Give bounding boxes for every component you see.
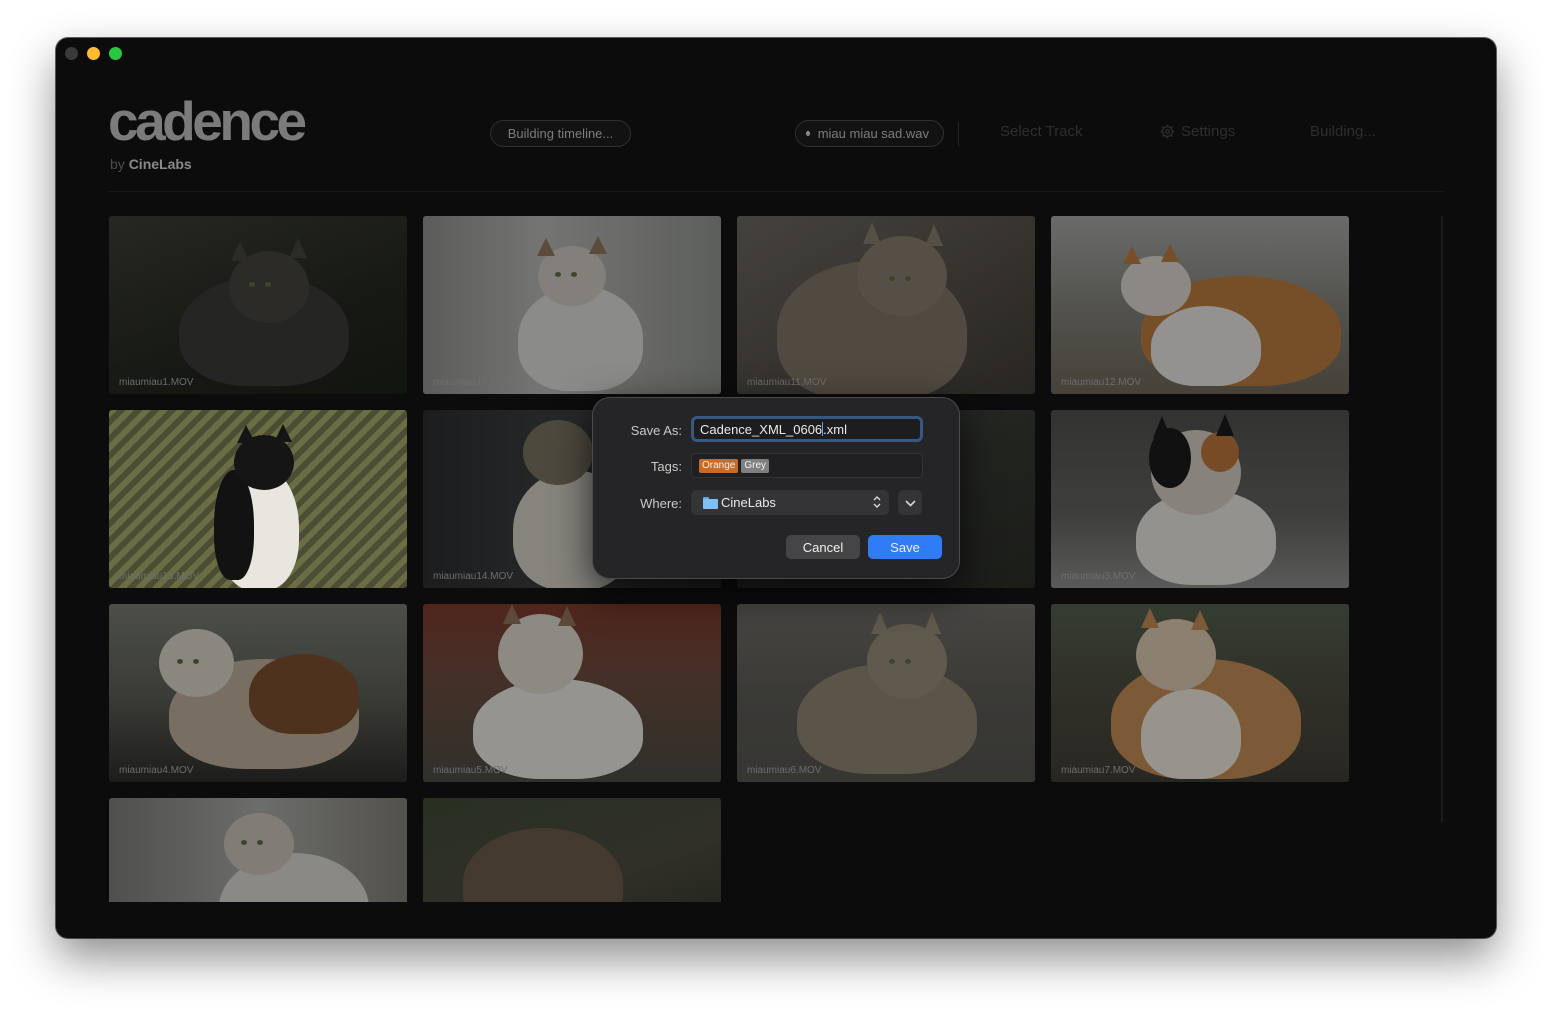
save-dialog: Save As: Cadence_XML_0606.xml Tags: Oran… xyxy=(592,397,960,579)
clip-tile[interactable]: miaumiau11.MOV xyxy=(737,216,1035,394)
app-logo: cadence xyxy=(108,90,307,152)
tags-input[interactable]: Orange Grey xyxy=(691,453,923,478)
cancel-button[interactable]: Cancel xyxy=(786,535,860,559)
clip-dim-overlay xyxy=(1051,604,1349,782)
clip-tile[interactable] xyxy=(423,798,721,902)
header-divider xyxy=(958,122,959,146)
app-window: cadence by CineLabs Building timeline...… xyxy=(56,38,1496,938)
audio-dot-icon xyxy=(806,131,810,136)
build-button[interactable]: Building... xyxy=(1310,123,1376,140)
save-as-label: Save As: xyxy=(630,423,682,438)
clip-tile[interactable]: miaumiau5.MOV xyxy=(423,604,721,782)
tags-label: Tags: xyxy=(650,459,682,474)
clip-filename: miaumiau3.MOV xyxy=(1061,571,1136,582)
clip-filename: miaumiau1.MOV xyxy=(119,377,194,388)
chevron-down-icon xyxy=(904,499,916,507)
expand-dialog-button[interactable] xyxy=(898,490,922,515)
clip-dim-overlay xyxy=(737,604,1035,782)
folder-icon xyxy=(703,496,718,509)
clip-tile[interactable] xyxy=(109,798,407,902)
byline: by CineLabs xyxy=(110,156,192,172)
save-button[interactable]: Save xyxy=(868,535,942,559)
clip-dim-overlay xyxy=(1051,216,1349,394)
close-window-button[interactable] xyxy=(65,47,78,60)
clip-tile[interactable]: miaumiau6.MOV xyxy=(737,604,1035,782)
build-status-pill: Building timeline... xyxy=(490,120,631,147)
clip-filename: miaumiau14.MOV xyxy=(433,571,514,582)
where-label: Where: xyxy=(640,496,682,511)
company-name: CineLabs xyxy=(128,156,192,172)
where-location-value: CineLabs xyxy=(721,495,776,510)
clip-dim-overlay xyxy=(1051,410,1349,588)
clip-dim-overlay xyxy=(423,604,721,782)
settings-label: Settings xyxy=(1181,123,1236,140)
clip-tile[interactable]: miaumiau12.MOV xyxy=(1051,216,1349,394)
audio-file-pill[interactable]: miau miau sad.wav xyxy=(795,120,944,147)
grid-scrollbar[interactable] xyxy=(1441,216,1443,822)
gear-icon xyxy=(1160,124,1175,139)
updown-chevron-icon xyxy=(873,496,881,508)
byline-prefix: by xyxy=(110,156,125,172)
tag-grey[interactable]: Grey xyxy=(741,458,770,473)
filename-extension: .xml xyxy=(823,422,847,437)
header-divider-line xyxy=(108,191,1444,192)
clip-tile[interactable]: miaumiau10.MOV xyxy=(423,216,721,394)
build-button-label: Building... xyxy=(1310,123,1376,140)
audio-file-name: miau miau sad.wav xyxy=(817,126,929,141)
clip-tile[interactable]: miaumiau7.MOV xyxy=(1051,604,1349,782)
build-status-text: Building timeline... xyxy=(507,126,614,141)
filename-input[interactable]: Cadence_XML_0606.xml xyxy=(691,416,923,442)
clip-tile[interactable]: miaumiau4.MOV xyxy=(109,604,407,782)
clip-dim-overlay xyxy=(737,216,1035,394)
cancel-button-label: Cancel xyxy=(802,539,844,555)
window-controls xyxy=(65,47,122,60)
select-track-button[interactable]: Select Track xyxy=(1000,123,1083,140)
select-track-label: Select Track xyxy=(1000,123,1083,140)
clip-filename: miaumiau12.MOV xyxy=(1061,377,1142,388)
clip-filename: miaumiau13.MOV xyxy=(119,571,200,582)
clip-dim-overlay xyxy=(423,216,721,394)
settings-button[interactable]: Settings xyxy=(1160,123,1235,140)
minimize-window-button[interactable] xyxy=(87,47,100,60)
zoom-window-button[interactable] xyxy=(109,47,122,60)
clip-tile[interactable]: miaumiau3.MOV xyxy=(1051,410,1349,588)
clip-tile[interactable]: miaumiau13.MOV xyxy=(109,410,407,588)
clip-filename: miaumiau10.MOV xyxy=(433,377,514,388)
clip-dim-overlay xyxy=(109,798,407,902)
clip-filename: miaumiau4.MOV xyxy=(119,765,194,776)
tag-orange[interactable]: Orange xyxy=(699,458,739,473)
clip-dim-overlay xyxy=(423,798,721,902)
clip-dim-overlay xyxy=(109,604,407,782)
filename-text: Cadence_XML_0606 xyxy=(700,422,823,437)
clip-filename: miaumiau6.MOV xyxy=(747,765,822,776)
clip-filename: miaumiau11.MOV xyxy=(747,377,827,388)
clip-filename: miaumiau7.MOV xyxy=(1061,765,1136,776)
save-button-label: Save xyxy=(890,539,920,555)
clip-filename: miaumiau5.MOV xyxy=(433,765,508,776)
clip-thumbnail xyxy=(109,410,407,588)
clip-dim-overlay xyxy=(109,216,407,394)
where-location-select[interactable]: CineLabs xyxy=(691,490,889,515)
clip-tile[interactable]: miaumiau1.MOV xyxy=(109,216,407,394)
